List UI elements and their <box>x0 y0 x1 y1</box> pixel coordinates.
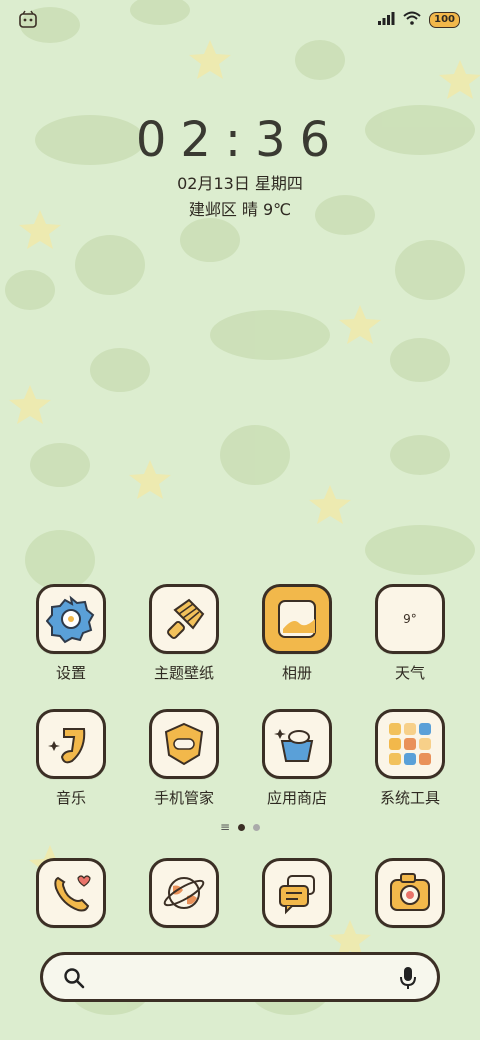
phone-icon <box>36 858 106 928</box>
search-bar[interactable] <box>40 952 440 1002</box>
app-store[interactable]: 应用商店 <box>247 709 347 808</box>
tools-folder-icon <box>375 709 445 779</box>
page-dot-active <box>238 824 246 831</box>
app-notification-icon <box>18 10 40 34</box>
dock-messages[interactable] <box>247 858 347 928</box>
app-label: 设置 <box>55 664 86 682</box>
app-settings[interactable]: 设置 <box>21 584 121 683</box>
app-label: 音乐 <box>55 789 86 807</box>
page-list-icon: ≡ <box>219 820 231 834</box>
microphone-icon[interactable] <box>399 966 417 994</box>
messages-icon <box>262 858 332 928</box>
wifi-icon <box>403 10 421 29</box>
weather-text: 建邺区 晴 9℃ <box>188 200 292 219</box>
settings-icon <box>36 584 106 654</box>
photo-icon <box>262 584 332 654</box>
search-icon[interactable] <box>63 967 85 993</box>
dock-browser[interactable] <box>134 858 234 928</box>
paintbrush-icon <box>149 584 219 654</box>
date-text: 02月13日 星期四 <box>177 174 303 193</box>
app-label: 主题壁纸 <box>153 664 214 682</box>
app-music[interactable]: 音乐 <box>21 709 121 808</box>
app-gallery[interactable]: 相册 <box>247 584 347 683</box>
battery-level-text: 100 <box>429 11 460 28</box>
app-phone-manager[interactable]: 手机管家 <box>134 709 234 808</box>
app-label: 系统工具 <box>379 789 440 807</box>
weather-tile-icon: 9° <box>375 584 445 654</box>
dock-phone[interactable] <box>21 858 121 928</box>
app-label: 手机管家 <box>153 789 214 807</box>
app-system-tools[interactable]: 系统工具 <box>360 709 460 808</box>
page-dot <box>253 824 261 831</box>
clock-time: 02:36 <box>135 112 345 168</box>
music-note-icon <box>36 709 106 779</box>
app-label: 天气 <box>394 664 425 682</box>
shield-icon <box>149 709 219 779</box>
page-indicator: ≡ <box>0 820 480 834</box>
app-weather[interactable]: 9° 天气 <box>360 584 460 683</box>
status-bar: 100 <box>0 0 480 40</box>
shopping-bag-icon <box>262 709 332 779</box>
camera-icon <box>375 858 445 928</box>
browser-icon <box>149 858 219 928</box>
battery-icon: 100 <box>429 11 460 28</box>
dock-camera[interactable] <box>360 858 460 928</box>
app-label: 相册 <box>281 664 312 682</box>
app-label: 应用商店 <box>266 789 327 807</box>
signal-icon <box>377 10 395 29</box>
app-theme-wallpaper[interactable]: 主题壁纸 <box>134 584 234 683</box>
weather-tile-temp: 9° <box>403 612 417 626</box>
